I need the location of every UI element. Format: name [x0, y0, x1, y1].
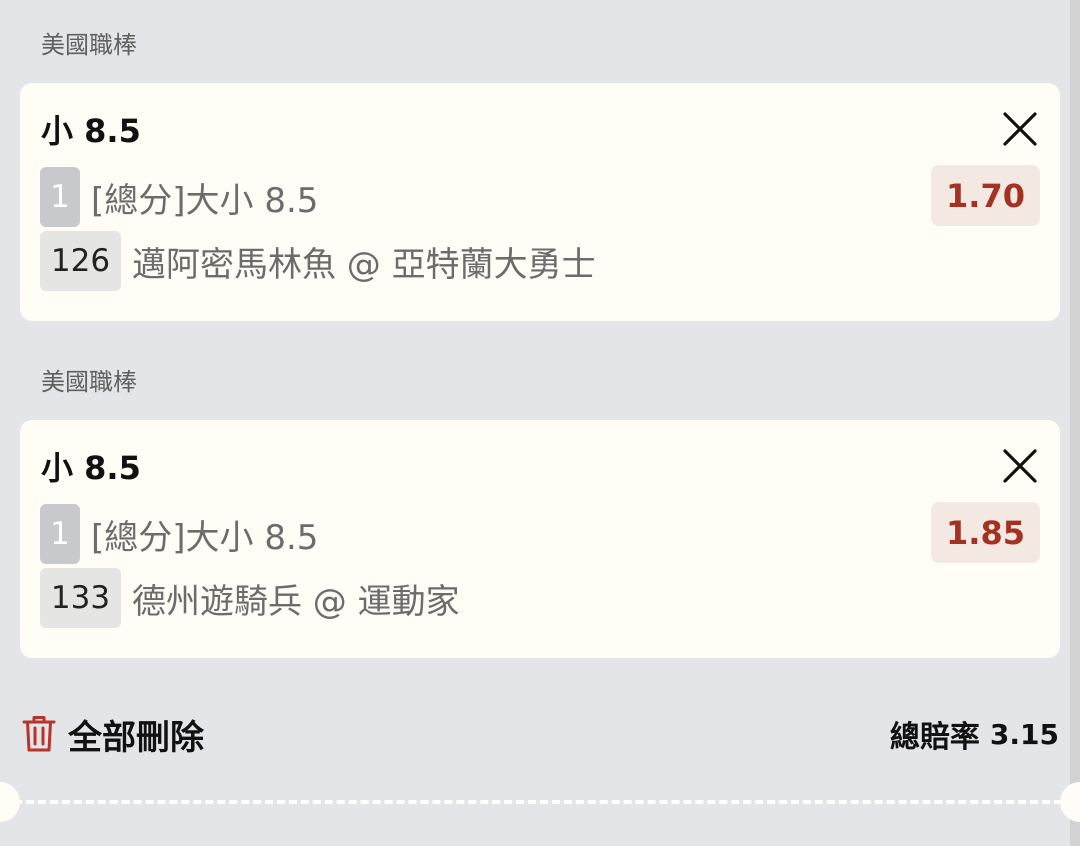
- scrollbar[interactable]: [1070, 0, 1080, 846]
- match-id-badge: 126: [40, 231, 121, 291]
- match-row: 126 邁阿密馬林魚 @ 亞特蘭大勇士: [40, 231, 596, 291]
- match-text: 邁阿密馬林魚 @ 亞特蘭大勇士: [132, 244, 596, 285]
- trash-icon: [22, 715, 56, 753]
- match-row: 133 德州遊騎兵 @ 運動家: [40, 568, 460, 628]
- bet-card: 小 8.5 1 [總分]大小 8.5 126 邁阿密馬林魚 @ 亞特蘭大勇士 1…: [20, 83, 1060, 321]
- league-label: 美國職棒: [41, 368, 137, 396]
- divider: [14, 800, 1062, 804]
- odds-badge[interactable]: 1.70: [931, 165, 1040, 226]
- total-odds-label: 總賠率: [889, 720, 980, 755]
- odds-badge[interactable]: 1.85: [931, 502, 1040, 563]
- delete-all-label: 全部刪除: [68, 717, 204, 758]
- close-icon[interactable]: [1002, 448, 1038, 484]
- bet-card: 小 8.5 1 [總分]大小 8.5 133 德州遊騎兵 @ 運動家 1.85: [20, 420, 1060, 658]
- close-icon[interactable]: [1002, 111, 1038, 147]
- delete-all-button[interactable]: 全部刪除: [22, 708, 204, 760]
- bet-selection: 小 8.5: [41, 449, 141, 487]
- leg-number-badge: 1: [40, 504, 80, 564]
- ticket-notch-left: [0, 782, 20, 822]
- market-row: 1 [總分]大小 8.5: [40, 504, 318, 564]
- bet-selection: 小 8.5: [41, 112, 141, 150]
- league-label: 美國職棒: [41, 31, 137, 59]
- total-odds: 總賠率 3.15: [890, 708, 1059, 760]
- leg-number-badge: 1: [40, 167, 80, 227]
- match-text: 德州遊騎兵 @ 運動家: [132, 581, 460, 622]
- market-row: 1 [總分]大小 8.5: [40, 167, 318, 227]
- ticket-notch-right: [1060, 782, 1080, 822]
- market-text: [總分]大小 8.5: [91, 517, 319, 558]
- market-text: [總分]大小 8.5: [91, 180, 319, 221]
- total-odds-value: 3.15: [989, 717, 1059, 751]
- match-id-badge: 133: [40, 568, 121, 628]
